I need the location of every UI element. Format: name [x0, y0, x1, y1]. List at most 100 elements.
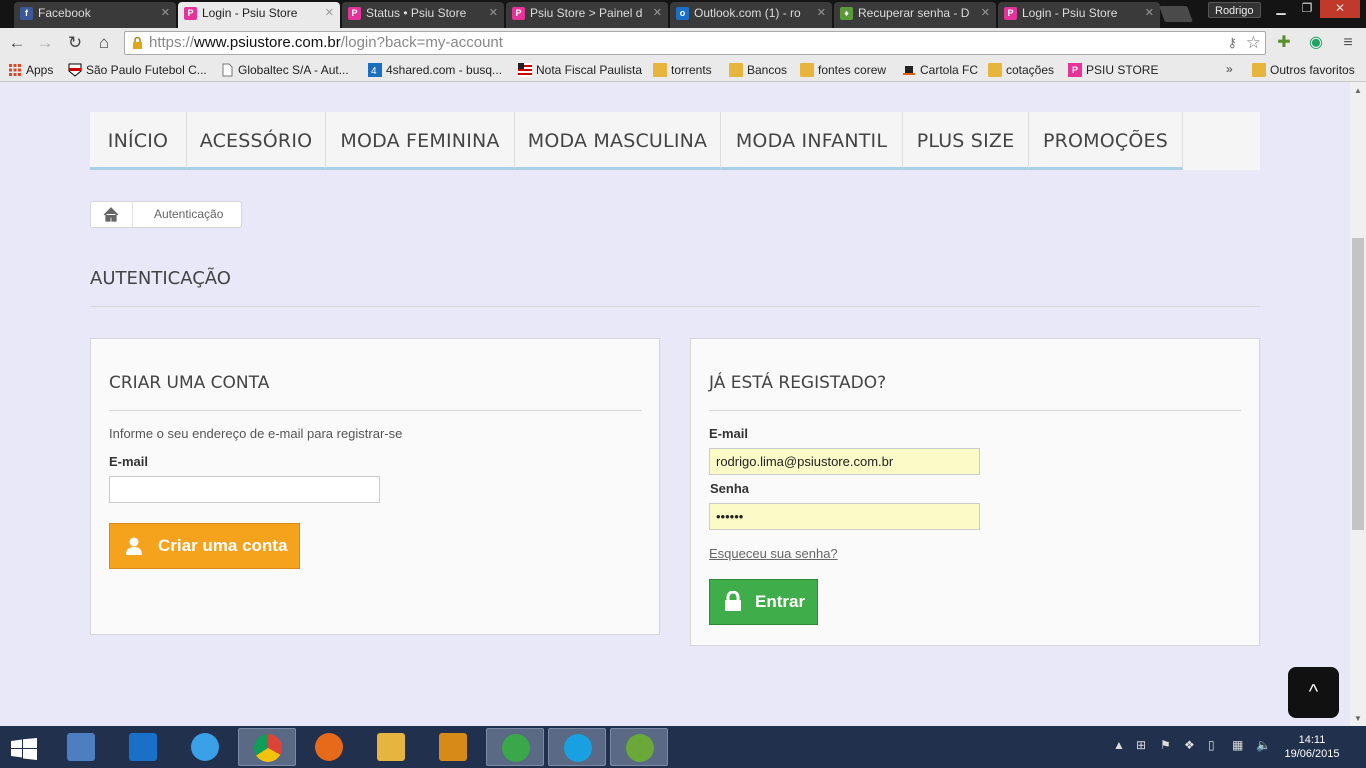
- taskbar-outlook[interactable]: [114, 728, 172, 766]
- network-icon[interactable]: ▦: [1232, 738, 1243, 752]
- tray-windows-icon[interactable]: ⊞: [1136, 738, 1146, 752]
- battery-icon[interactable]: ▯: [1208, 738, 1215, 752]
- tab-login-psiu[interactable]: P Login - Psiu Store ✕: [178, 2, 340, 28]
- taskbar-skype[interactable]: [548, 728, 606, 766]
- tab-recuperar-senha[interactable]: ♦ Recuperar senha - D ✕: [834, 2, 996, 28]
- bookmark-4shared[interactable]: 4 4shared.com - busq...: [366, 62, 502, 78]
- bookmark-label: Nota Fiscal Paulista: [536, 63, 643, 77]
- other-bookmarks[interactable]: Outros favoritos: [1250, 62, 1355, 78]
- internet-explorer-icon: [191, 733, 219, 761]
- taskbar-firefox[interactable]: [300, 728, 358, 766]
- bookmark-fontes-corew[interactable]: fontes corew: [798, 62, 886, 78]
- bookmark-apps[interactable]: Apps: [6, 62, 53, 78]
- start-button[interactable]: [0, 728, 50, 766]
- grammarly-icon[interactable]: ◉: [1306, 33, 1326, 53]
- breadcrumb-home[interactable]: [91, 201, 142, 228]
- bookmark-torrents[interactable]: torrents: [651, 62, 712, 78]
- page-title: AUTENTICAÇÃO: [90, 268, 231, 289]
- scroll-up-icon[interactable]: ▲: [1350, 84, 1366, 98]
- close-icon[interactable]: ✕: [489, 2, 498, 24]
- nav-plus-size[interactable]: PLUS SIZE: [903, 112, 1029, 170]
- title-divider: [90, 306, 1260, 307]
- clock-date: 19/06/2015: [1284, 748, 1340, 760]
- tab-outlook[interactable]: o Outlook.com (1) - ro ✕: [670, 2, 832, 28]
- coreldraw-icon: [626, 734, 654, 762]
- dropbox-icon[interactable]: ❖: [1184, 738, 1195, 752]
- file-explorer-icon: [377, 733, 405, 761]
- bookmark-cotacoes[interactable]: cotações: [986, 62, 1054, 78]
- scroll-thumb[interactable]: [1352, 238, 1364, 530]
- taskbar-winamp[interactable]: [424, 728, 482, 766]
- key-icon[interactable]: ⚷: [1227, 32, 1237, 54]
- page-icon: [222, 63, 233, 77]
- forgot-password-link[interactable]: Esqueceu sua senha?: [709, 546, 838, 561]
- psiu-icon: P: [348, 7, 361, 20]
- scroll-down-icon[interactable]: ▼: [1350, 712, 1366, 726]
- page-scrollbar[interactable]: ▲ ▼: [1350, 82, 1366, 726]
- reload-icon[interactable]: ↻: [64, 32, 86, 54]
- nav-inicio[interactable]: INÍCIO: [90, 112, 187, 170]
- login-button[interactable]: Entrar: [709, 579, 818, 625]
- nav-promocoes[interactable]: PROMOÇÕES: [1029, 112, 1183, 170]
- tab-status-psiu[interactable]: P Status • Psiu Store ✕: [342, 2, 504, 28]
- nav-moda-masculina[interactable]: MODA MASCULINA: [515, 112, 721, 170]
- home-icon[interactable]: ⌂: [93, 32, 115, 54]
- taskbar-utorrent[interactable]: [486, 728, 544, 766]
- taskbar-computer[interactable]: [52, 728, 110, 766]
- create-account-title: CRIAR UMA CONTA: [109, 373, 270, 393]
- system-clock[interactable]: 14:11 19/06/2015: [1282, 733, 1342, 761]
- back-to-top-button[interactable]: ^: [1288, 667, 1339, 718]
- tab-strip: f Facebook ✕ P Login - Psiu Store ✕ P St…: [0, 0, 1366, 28]
- menu-icon[interactable]: ≡: [1338, 33, 1358, 53]
- bookmark-cartola[interactable]: Cartola FC: [900, 62, 978, 78]
- close-icon[interactable]: ✕: [161, 2, 170, 24]
- create-account-button[interactable]: Criar uma conta: [109, 523, 300, 569]
- bookmark-psiu-store[interactable]: P PSIU STORE: [1066, 62, 1158, 78]
- close-icon[interactable]: ✕: [653, 2, 662, 24]
- tab-painel-psiu[interactable]: P Psiu Store > Painel d ✕: [506, 2, 668, 28]
- volume-icon[interactable]: 🔈: [1256, 738, 1271, 752]
- bookmark-label: torrents: [671, 63, 712, 77]
- breadcrumb-current: Autenticação: [154, 207, 224, 221]
- close-window-icon[interactable]: ✕: [1320, 0, 1360, 18]
- address-bar[interactable]: https://www.psiustore.com.br/login?back=…: [124, 31, 1266, 55]
- minimize-icon[interactable]: ▁: [1268, 0, 1294, 18]
- profile-button[interactable]: Rodrigo: [1208, 2, 1261, 18]
- bookmark-bancos[interactable]: Bancos: [727, 62, 787, 78]
- more-bookmarks-button[interactable]: »: [1226, 62, 1233, 76]
- taskbar-explorer[interactable]: [362, 728, 420, 766]
- action-center-icon[interactable]: ⚑: [1160, 738, 1171, 752]
- restore-icon[interactable]: ❐: [1294, 0, 1320, 18]
- tab-facebook[interactable]: f Facebook ✕: [14, 2, 176, 28]
- firefox-icon: [315, 733, 343, 761]
- bookmark-nota-fiscal[interactable]: Nota Fiscal Paulista: [516, 62, 642, 78]
- taskbar-chrome[interactable]: [238, 728, 296, 766]
- forward-icon[interactable]: →: [34, 32, 56, 54]
- tray-expand-icon[interactable]: ▲: [1113, 738, 1125, 752]
- login-password-input[interactable]: [709, 503, 980, 530]
- tab-title: Outlook.com (1) - ro: [694, 6, 801, 20]
- bookmark-star-icon[interactable]: ☆: [1246, 32, 1261, 54]
- close-icon[interactable]: ✕: [1145, 2, 1154, 24]
- psiu-icon: P: [1004, 7, 1017, 20]
- close-icon[interactable]: ✕: [817, 2, 826, 24]
- extension-plus-icon[interactable]: ✚: [1274, 33, 1294, 53]
- taskbar-ie[interactable]: [176, 728, 234, 766]
- new-tab-button[interactable]: [1159, 6, 1193, 22]
- nav-acessorio[interactable]: ACESSÓRIO: [187, 112, 326, 170]
- login-email-input[interactable]: [709, 448, 980, 475]
- bookmark-spfc[interactable]: São Paulo Futebol C...: [66, 62, 207, 78]
- computer-icon: [67, 733, 95, 761]
- create-email-input[interactable]: [109, 476, 380, 503]
- bookmark-globaltec[interactable]: Globaltec S/A - Aut...: [218, 62, 349, 78]
- back-icon[interactable]: ←: [6, 32, 28, 54]
- close-icon[interactable]: ✕: [325, 2, 334, 24]
- bookmark-label: Globaltec S/A - Aut...: [238, 63, 349, 77]
- close-icon[interactable]: ✕: [981, 2, 990, 24]
- nav-moda-feminina[interactable]: MODA FEMININA: [326, 112, 515, 170]
- tab-login-psiu-2[interactable]: P Login - Psiu Store ✕: [998, 2, 1160, 28]
- taskbar-coreldraw[interactable]: [610, 728, 668, 766]
- nav-moda-infantil[interactable]: MODA INFANTIL: [721, 112, 903, 170]
- login-email-label: E-mail: [709, 426, 749, 441]
- outlook-icon: o: [676, 7, 689, 20]
